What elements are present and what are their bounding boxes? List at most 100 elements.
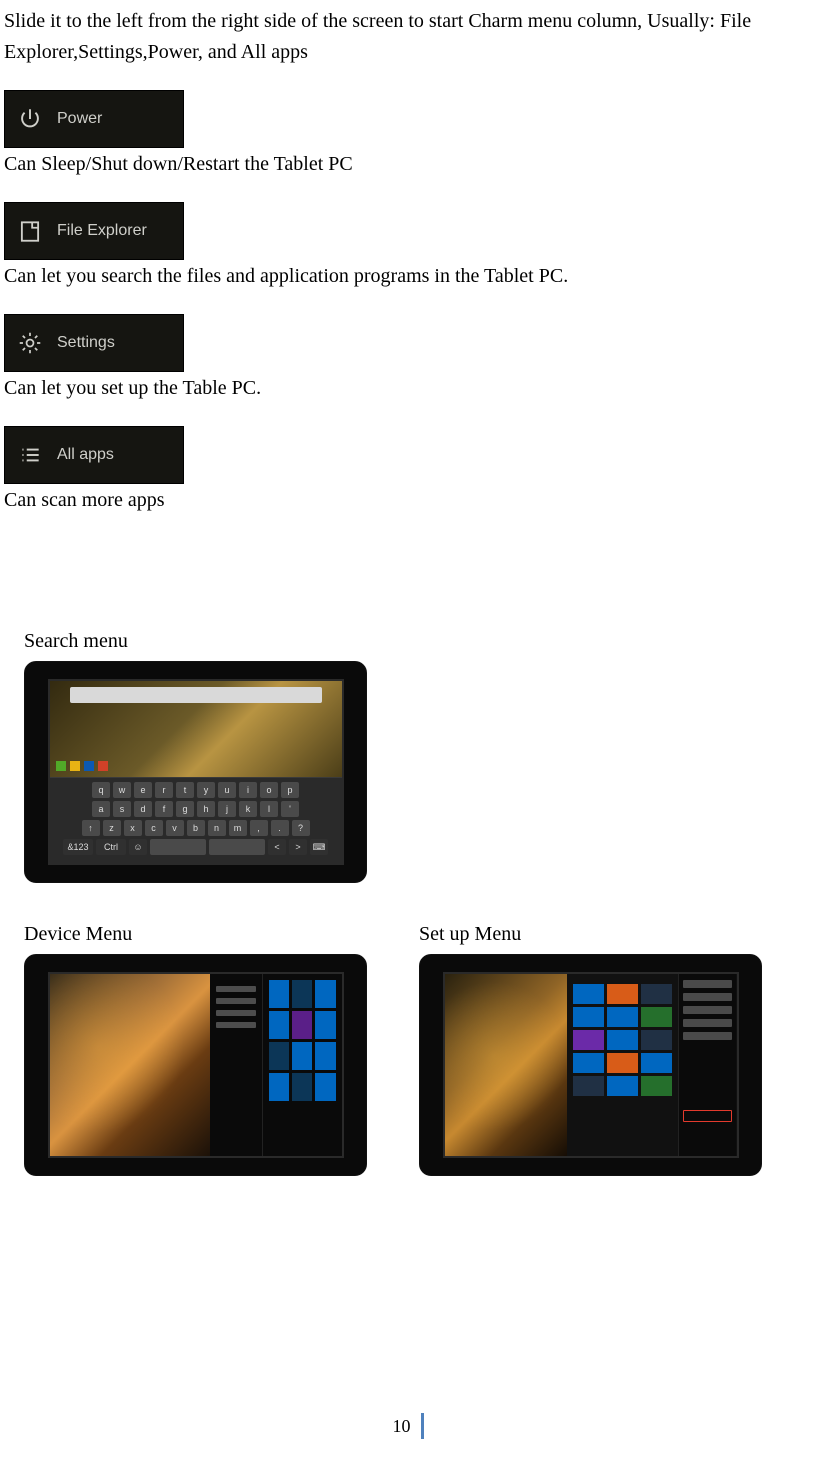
intro-line-1: Slide it to the left from the right side… — [4, 6, 812, 37]
charm-section-settings: Settings Can let you set up the Table PC… — [4, 314, 812, 404]
tile[interactable] — [269, 1042, 289, 1070]
sidebar-item[interactable] — [683, 1019, 732, 1027]
charm-label: All apps — [57, 443, 114, 468]
tile[interactable] — [573, 984, 604, 1004]
notification-panel[interactable] — [210, 974, 341, 1156]
tile[interactable] — [573, 1007, 604, 1027]
keyboard-key[interactable]: t — [176, 782, 194, 798]
keyboard-key[interactable]: p — [281, 782, 299, 798]
keyboard-key[interactable]: q — [92, 782, 110, 798]
charm-button-file-explorer[interactable]: File Explorer — [4, 202, 184, 260]
keyboard-key[interactable]: x — [124, 820, 142, 836]
keyboard-key[interactable]: w — [113, 782, 131, 798]
tile[interactable] — [607, 1007, 638, 1027]
sidebar-item[interactable] — [683, 993, 732, 1001]
keyboard-key[interactable]: n — [208, 820, 226, 836]
tile[interactable] — [315, 1073, 335, 1101]
tile[interactable] — [607, 1053, 638, 1073]
charm-button-settings[interactable]: Settings — [4, 314, 184, 372]
keyboard-key[interactable]: ☺ — [129, 839, 147, 855]
all-apps-icon — [17, 442, 43, 468]
charm-desc-power: Can Sleep/Shut down/Restart the Tablet P… — [4, 149, 812, 180]
figure-setup-menu: Set up Menu — [419, 919, 762, 1176]
keyboard-key[interactable]: i — [239, 782, 257, 798]
tile[interactable] — [292, 980, 312, 1008]
document-page: Slide it to the left from the right side… — [0, 0, 816, 1176]
tile[interactable] — [269, 1073, 289, 1101]
tile[interactable] — [315, 1042, 335, 1070]
search-input[interactable] — [70, 687, 322, 703]
keyboard-key[interactable]: z — [103, 820, 121, 836]
keyboard-key[interactable]: g — [176, 801, 194, 817]
keyboard-key[interactable]: . — [271, 820, 289, 836]
intro-line-2: Explorer,Settings,Power, and All apps — [4, 37, 812, 68]
keyboard-key[interactable]: , — [250, 820, 268, 836]
charm-button-all-apps[interactable]: All apps — [4, 426, 184, 484]
tile[interactable] — [641, 1053, 672, 1073]
keyboard-key[interactable]: a — [92, 801, 110, 817]
start-tiles[interactable] — [573, 984, 672, 1150]
list-item — [216, 1022, 256, 1028]
sidebar-item[interactable] — [683, 1032, 732, 1040]
search-top — [50, 681, 342, 777]
sidebar-item[interactable] — [683, 1006, 732, 1014]
start-menu[interactable] — [567, 974, 678, 1156]
keyboard-key[interactable]: y — [197, 782, 215, 798]
keyboard-key[interactable]: &123 — [63, 839, 93, 855]
keyboard-key[interactable]: f — [155, 801, 173, 817]
keyboard-key[interactable]: v — [166, 820, 184, 836]
keyboard-key[interactable]: e — [134, 782, 152, 798]
tile[interactable] — [292, 1011, 312, 1039]
tile[interactable] — [292, 1073, 312, 1101]
keyboard-key[interactable]: b — [187, 820, 205, 836]
device-frame — [24, 954, 367, 1176]
tile[interactable] — [641, 1076, 672, 1096]
keyboard-key[interactable]: u — [218, 782, 236, 798]
keyboard-key[interactable]: d — [134, 801, 152, 817]
tile[interactable] — [607, 984, 638, 1004]
keyboard-key[interactable]: Ctrl — [96, 839, 126, 855]
keyboard-key[interactable]: r — [155, 782, 173, 798]
keyboard-key[interactable]: ' — [281, 801, 299, 817]
tile[interactable] — [641, 984, 672, 1004]
tile[interactable] — [573, 1076, 604, 1096]
keyboard-key[interactable]: h — [197, 801, 215, 817]
charm-desc-all-apps: Can scan more apps — [4, 485, 812, 516]
start-sidebar[interactable] — [678, 974, 736, 1156]
keyboard-key[interactable]: c — [145, 820, 163, 836]
tile[interactable] — [292, 1042, 312, 1070]
highlighted-item[interactable] — [683, 1110, 732, 1122]
keyboard-key[interactable]: j — [218, 801, 236, 817]
keyboard-key[interactable]: ↑ — [82, 820, 100, 836]
sidebar-item[interactable] — [683, 980, 732, 988]
keyboard-key[interactable]: ? — [292, 820, 310, 836]
tile[interactable] — [573, 1053, 604, 1073]
charm-button-power[interactable]: Power — [4, 90, 184, 148]
keyboard-key[interactable]: m — [229, 820, 247, 836]
tile[interactable] — [607, 1076, 638, 1096]
tile — [84, 761, 94, 771]
keyboard-key[interactable] — [209, 839, 265, 855]
quick-action-tiles[interactable] — [263, 974, 342, 1156]
keyboard-key[interactable]: o — [260, 782, 278, 798]
keyboard-key[interactable]: k — [239, 801, 257, 817]
tile[interactable] — [269, 1011, 289, 1039]
tile[interactable] — [269, 980, 289, 1008]
tile[interactable] — [315, 1011, 335, 1039]
keyboard-key[interactable] — [150, 839, 206, 855]
tile[interactable] — [641, 1007, 672, 1027]
tile — [70, 761, 80, 771]
intro-paragraph: Slide it to the left from the right side… — [4, 6, 812, 68]
tile[interactable] — [573, 1030, 604, 1050]
keyboard-key[interactable]: l — [260, 801, 278, 817]
list-item — [216, 986, 256, 992]
tile[interactable] — [315, 980, 335, 1008]
on-screen-keyboard[interactable]: qwertyuiop asdfghjkl' ↑zxcvbnm,.? &123Ctrl☺… — [50, 777, 342, 863]
keyboard-key[interactable]: < — [268, 839, 286, 855]
keyboard-key[interactable]: ⌨ — [310, 839, 328, 855]
tile[interactable] — [607, 1030, 638, 1050]
keyboard-key[interactable]: > — [289, 839, 307, 855]
page-number: 10 — [393, 1413, 424, 1439]
keyboard-key[interactable]: s — [113, 801, 131, 817]
tile[interactable] — [641, 1030, 672, 1050]
